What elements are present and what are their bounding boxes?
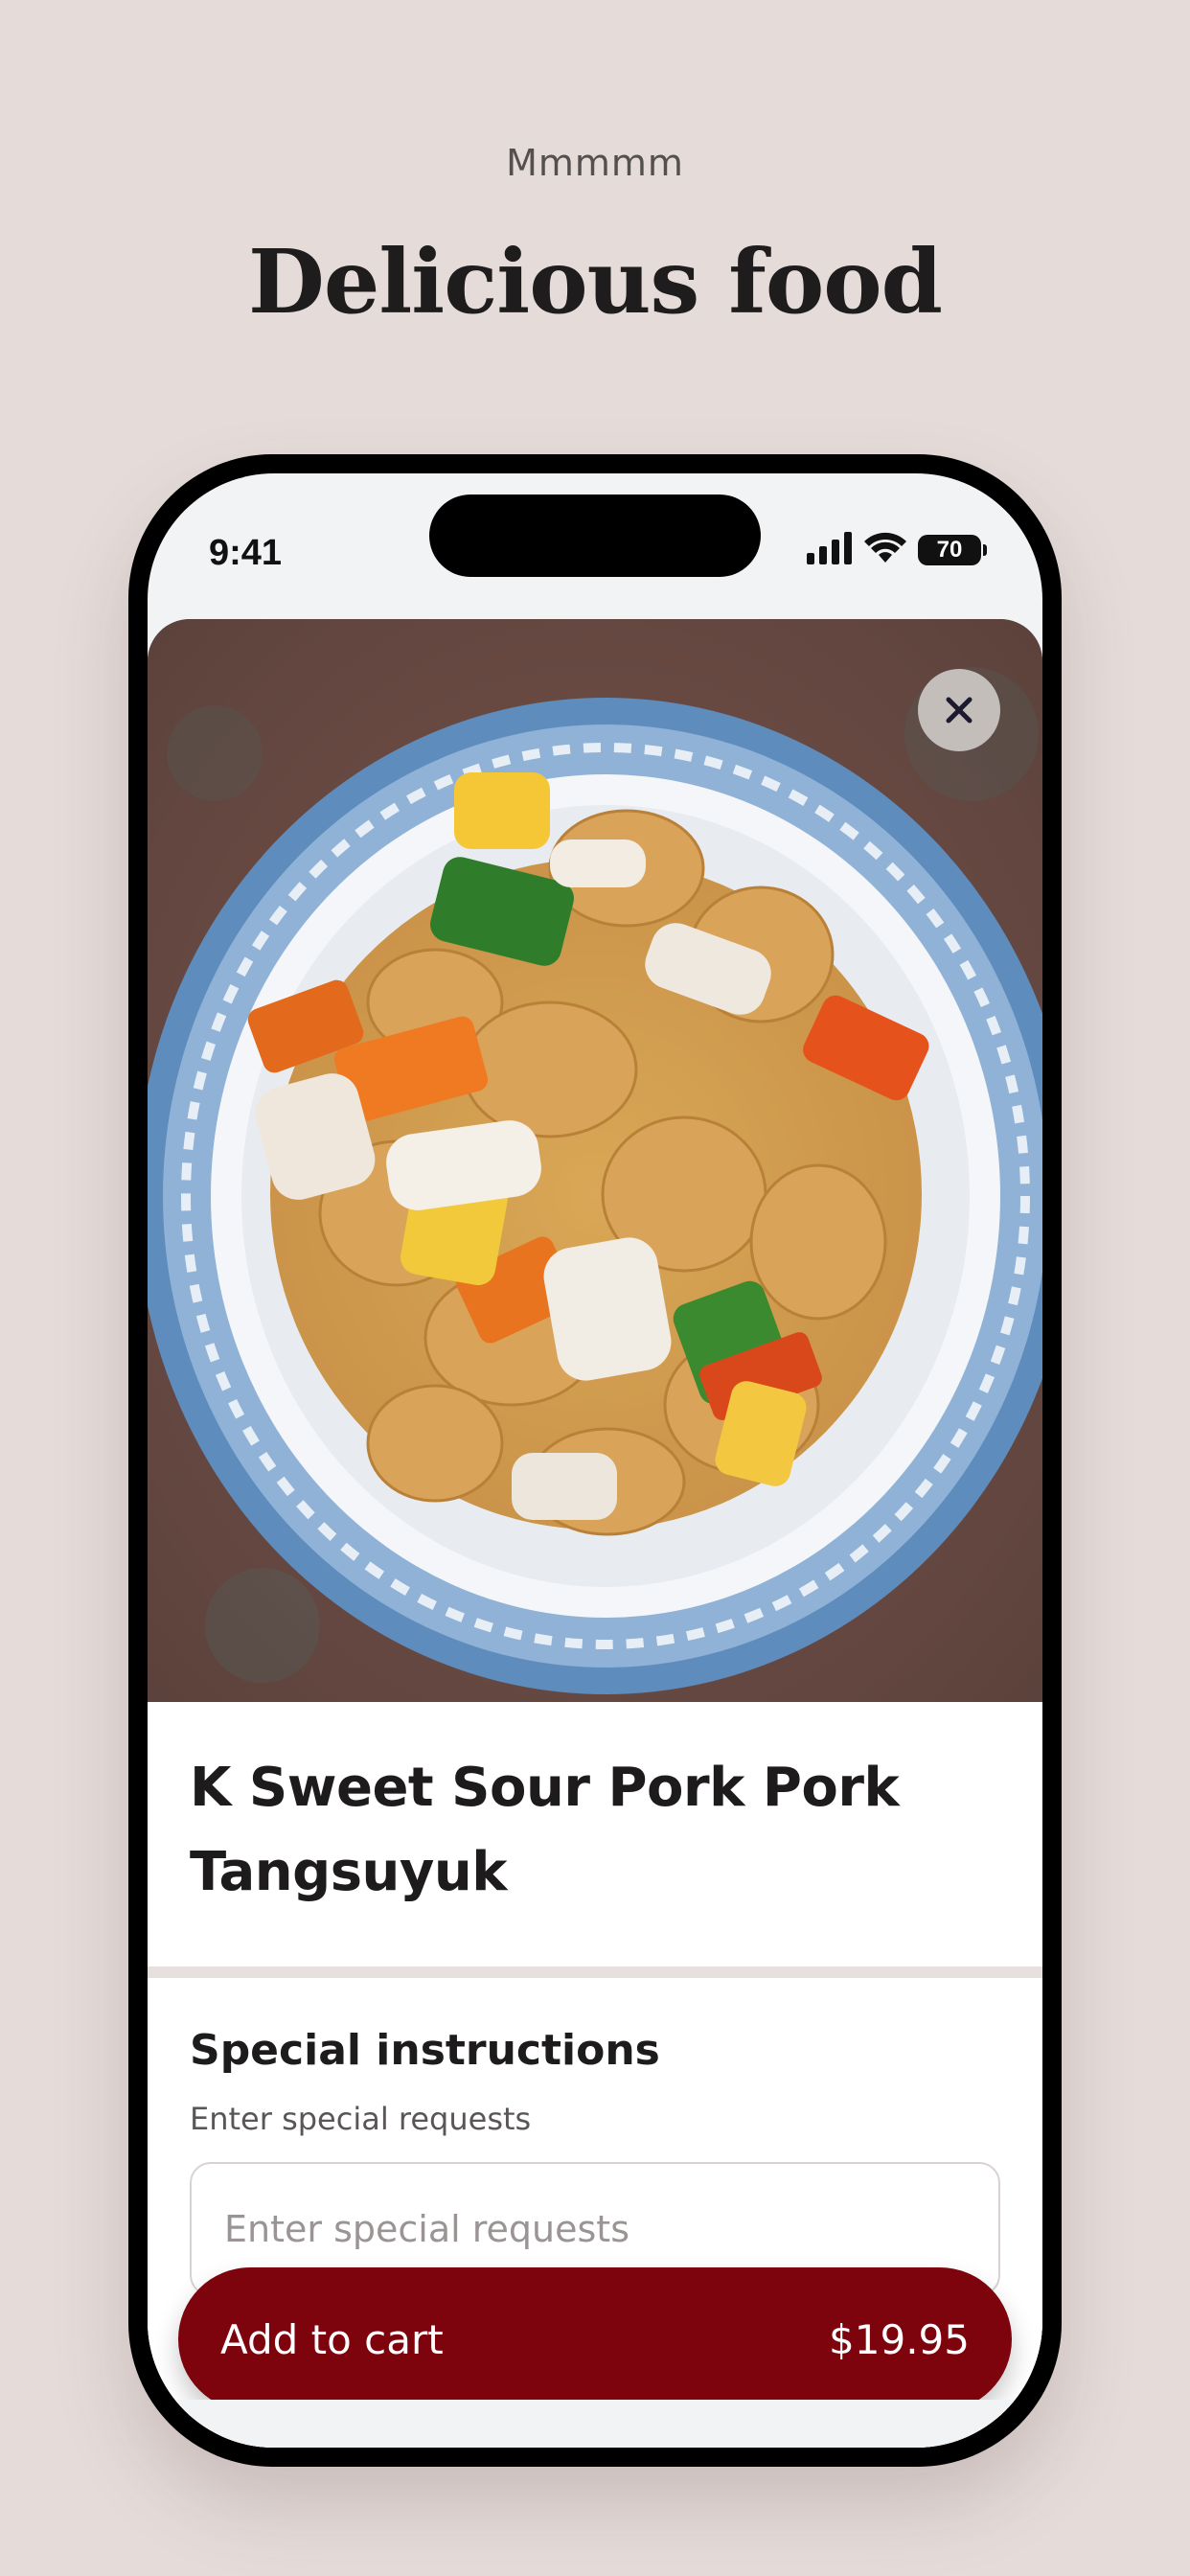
close-button[interactable] [918, 669, 1000, 751]
dynamic-island [429, 494, 761, 577]
promo-eyebrow: Mmmmm [506, 142, 684, 184]
special-instructions-subtitle: Enter special requests [190, 2101, 532, 2137]
cart-price: $19.95 [829, 2315, 970, 2363]
close-icon [943, 694, 975, 726]
phone-screen: 9:41 70 K Sweet Sour Pork Pork Tangsuyuk… [148, 473, 1042, 2448]
status-icons: 70 [807, 529, 987, 571]
item-info: K Sweet Sour Pork Pork Tangsuyuk [148, 1702, 1042, 1966]
section-divider [148, 1966, 1042, 1978]
cellular-signal-icon [807, 531, 853, 569]
wifi-icon [864, 532, 906, 569]
add-to-cart-button[interactable]: Add to cart $19.95 [178, 2267, 1012, 2411]
item-sheet: K Sweet Sour Pork Pork Tangsuyuk Special… [148, 619, 1042, 2448]
status-bar: 9:41 70 [148, 473, 1042, 608]
promo-canvas: Mmmmm Delicious food 9:41 70 K Sweet Sou… [0, 0, 1190, 2576]
home-indicator-area [148, 2400, 1042, 2448]
battery-icon: 70 [918, 535, 987, 565]
status-time: 9:41 [209, 533, 283, 573]
dish-photo [148, 619, 1042, 1702]
promo-headline: Delicious food [248, 230, 943, 334]
special-instructions-title: Special instructions [190, 2026, 660, 2075]
phone-frame: 9:41 70 K Sweet Sour Pork Pork Tangsuyuk… [128, 454, 1062, 2467]
add-to-cart-label: Add to cart [220, 2315, 444, 2363]
item-title: K Sweet Sour Pork Pork Tangsuyuk [190, 1757, 900, 1903]
